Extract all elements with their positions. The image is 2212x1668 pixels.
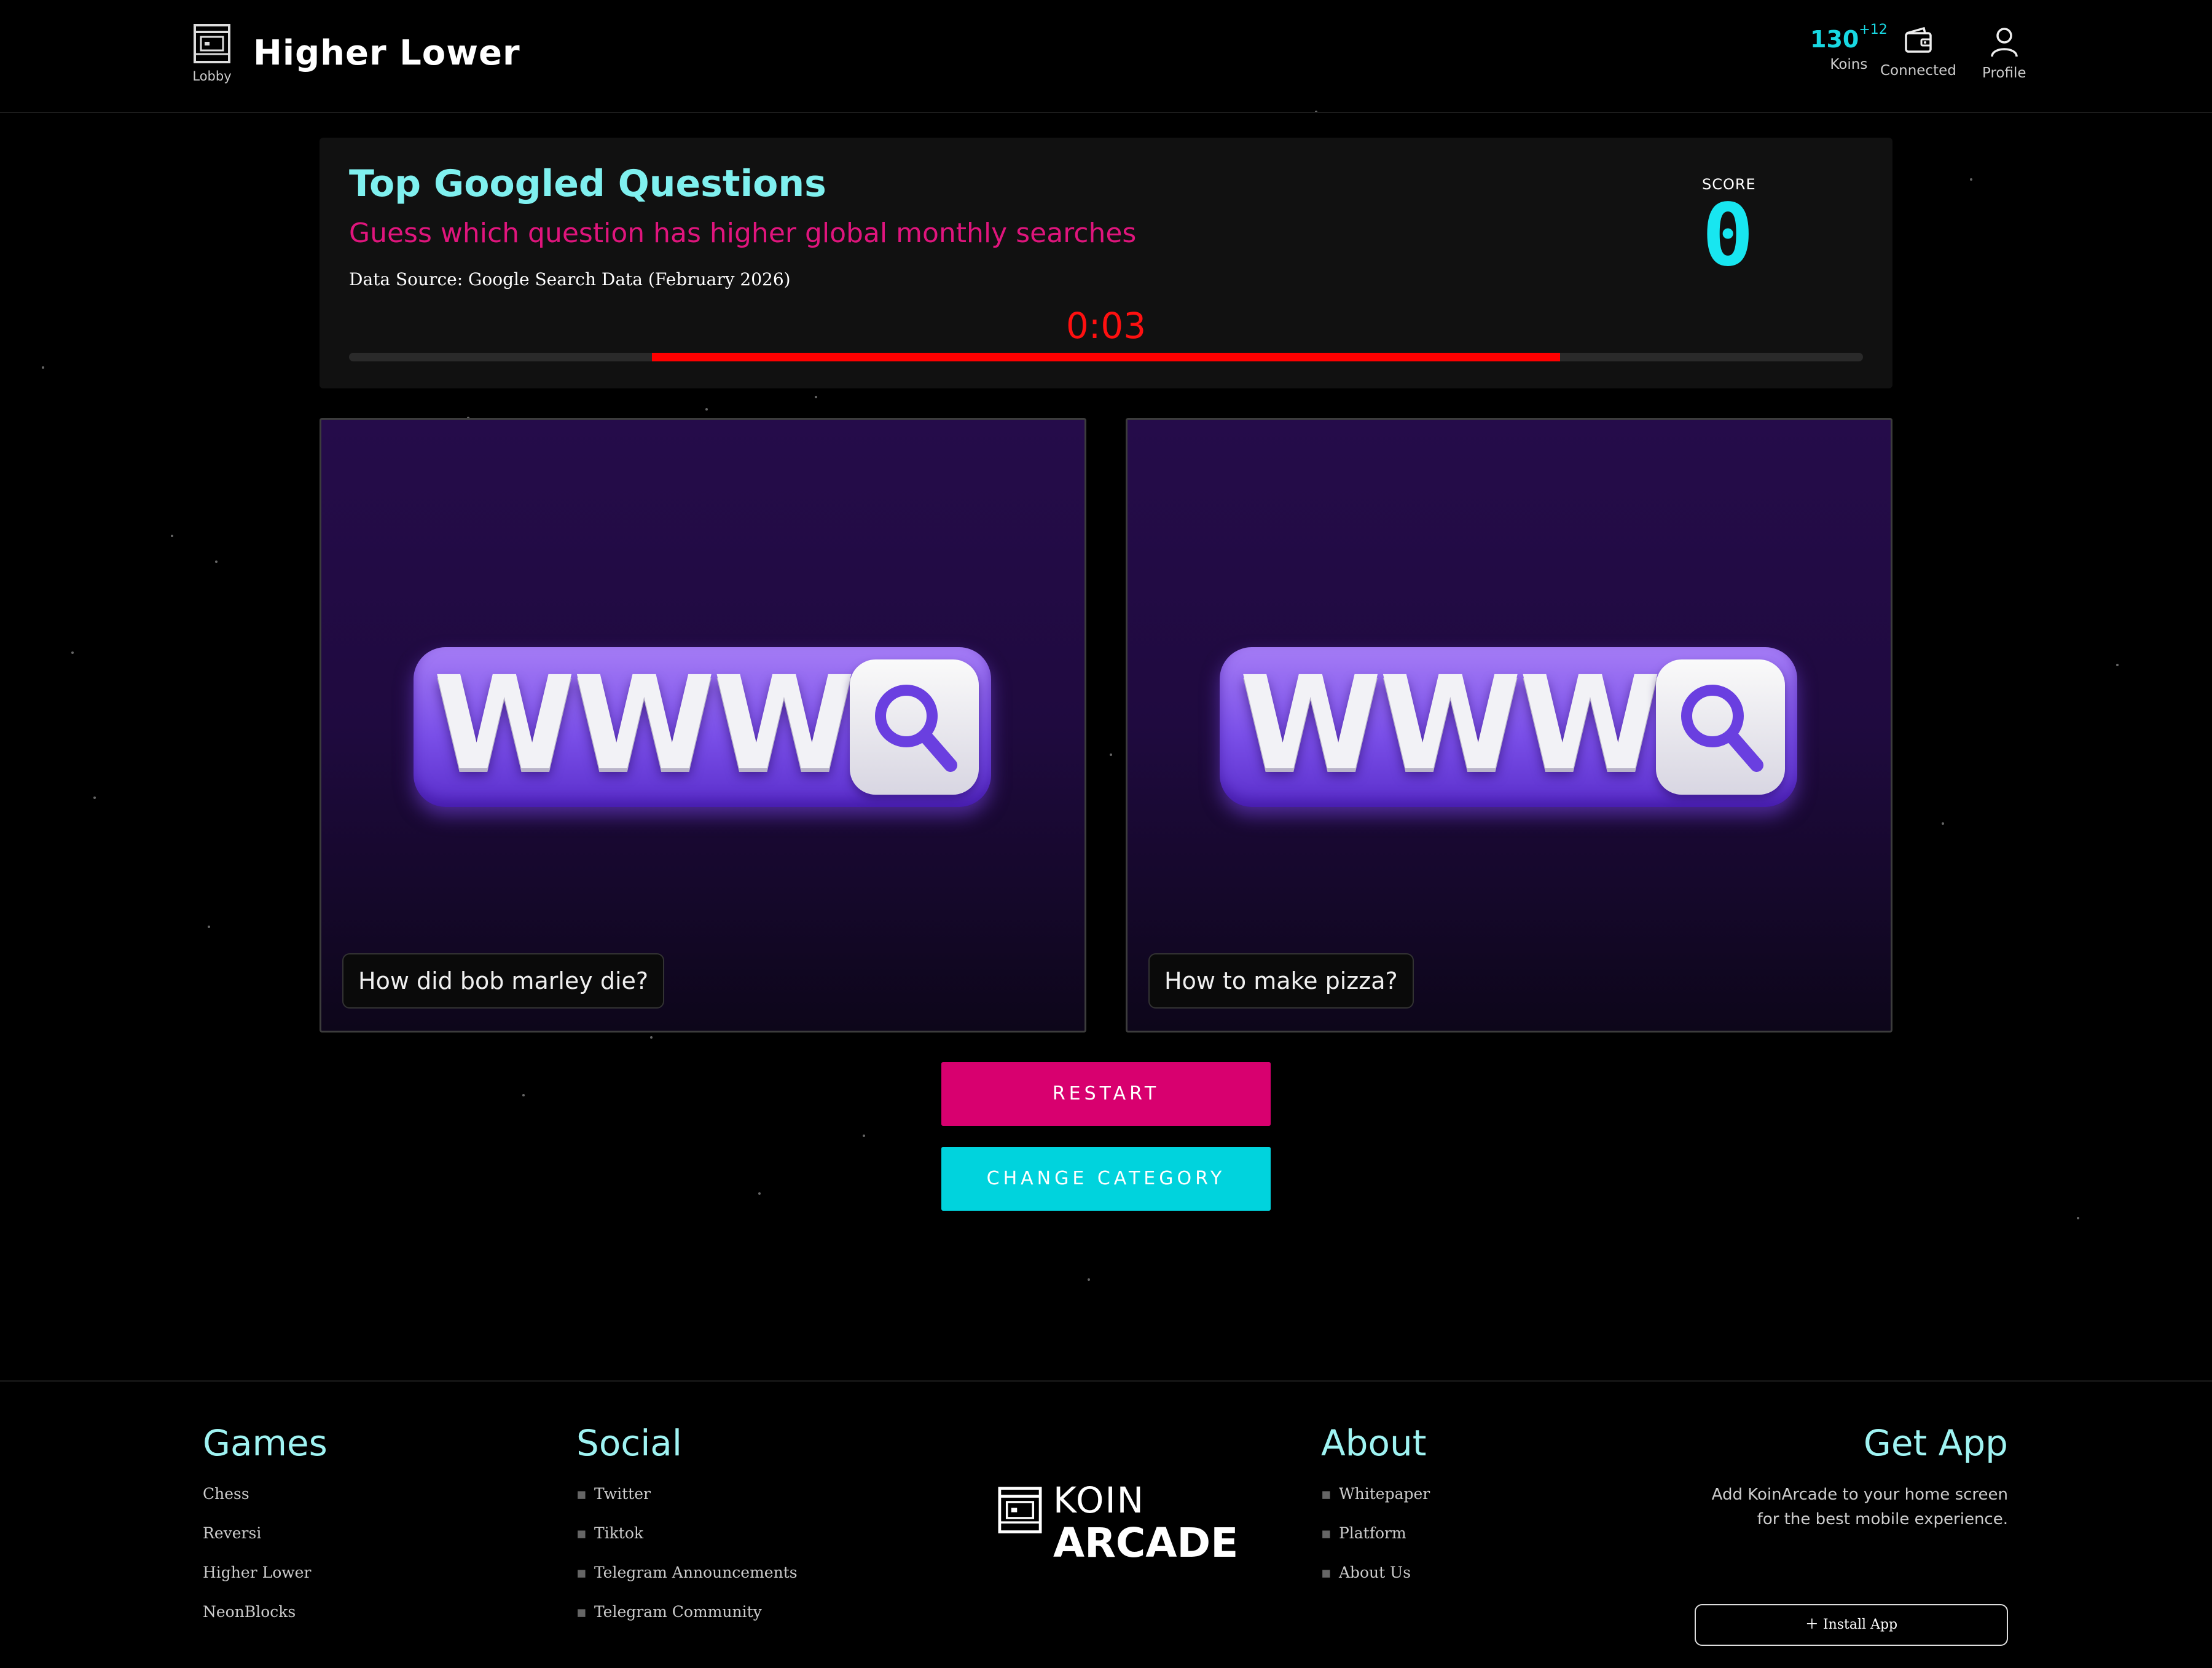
koins-value: 130: [1810, 26, 1859, 53]
timer-progress-track: [349, 353, 1863, 361]
profile-label: Profile: [1982, 65, 2026, 81]
get-app-description-line2: for the best mobile experience.: [1757, 1510, 2008, 1528]
question-text: How to make pizza?: [1148, 953, 1414, 1009]
www-image-text: WWW: [433, 648, 855, 799]
lobby-link[interactable]: Lobby: [190, 23, 233, 84]
koin-arcade-logo[interactable]: KOIN ARCADE: [997, 1482, 1238, 1564]
game-instructions: Guess which question has higher global m…: [349, 218, 1137, 249]
footer-link-platform[interactable]: Platform: [1321, 1524, 1430, 1543]
lobby-label: Lobby: [192, 69, 232, 84]
footer-games: Games Chess Reversi Higher Lower NeonBlo…: [203, 1422, 327, 1642]
question-text: How did bob marley die?: [342, 953, 665, 1009]
logo-text-arcade: ARCADE: [1053, 1519, 1239, 1567]
footer-link-telegram-community[interactable]: Telegram Community: [576, 1603, 798, 1621]
timer-text: 0:03: [1065, 305, 1147, 347]
logo-text-koin: KOIN: [1053, 1479, 1145, 1521]
footer-link-chess[interactable]: Chess: [203, 1485, 327, 1503]
arcade-cabinet-icon: [194, 24, 230, 63]
site-footer: Games Chess Reversi Higher Lower NeonBlo…: [0, 1380, 2212, 1668]
game-info-panel: Top Googled Questions Guess which questi…: [320, 138, 1892, 388]
koins-label: Koins: [1830, 57, 1868, 73]
page-title: Higher Lower: [253, 33, 520, 73]
footer-social-heading: Social: [576, 1422, 682, 1464]
wallet-icon: [1905, 26, 1932, 53]
footer-games-heading: Games: [203, 1422, 327, 1464]
wallet-label: Connected: [1880, 63, 1956, 79]
install-app-button[interactable]: ＋ Install App: [1695, 1604, 2008, 1646]
plus-icon: ＋: [1805, 1617, 1819, 1632]
restart-button[interactable]: RESTART: [941, 1062, 1271, 1126]
user-icon: [1991, 28, 2018, 57]
footer-about: About Whitepaper Platform About Us: [1321, 1422, 1430, 1603]
category-title: Top Googled Questions: [349, 162, 826, 205]
magnifier-icon: [1656, 659, 1785, 795]
question-card-left[interactable]: WWW How did bob marley die?: [320, 418, 1086, 1033]
www-image-text: WWW: [1239, 648, 1661, 799]
question-card-right[interactable]: WWW How to make pizza?: [1126, 418, 1892, 1033]
koins-counter[interactable]: 130+12 Koins: [1810, 22, 1888, 73]
install-app-label: Install App: [1822, 1617, 1898, 1632]
score-value: 0: [1702, 186, 1754, 286]
top-header: Lobby Higher Lower 130+12 Koins Connecte…: [0, 0, 2212, 113]
profile-button[interactable]: Profile: [1982, 26, 2026, 81]
footer-social: Social Twitter Tiktok Telegram Announcem…: [576, 1422, 798, 1642]
footer-link-reversi[interactable]: Reversi: [203, 1524, 327, 1543]
footer-about-heading: About: [1321, 1422, 1427, 1464]
footer-link-about-us[interactable]: About Us: [1321, 1564, 1430, 1582]
footer-link-whitepaper[interactable]: Whitepaper: [1321, 1485, 1430, 1503]
wallet-button[interactable]: Connected: [1880, 26, 1956, 79]
footer-get-app: Get App Add KoinArcade to your home scre…: [1639, 1422, 2008, 1646]
get-app-description-line1: Add KoinArcade to your home screen: [1711, 1485, 2008, 1504]
www-search-image: WWW: [1220, 647, 1797, 807]
magnifier-icon: [850, 659, 979, 795]
footer-link-tiktok[interactable]: Tiktok: [576, 1524, 798, 1543]
footer-link-telegram-announcements[interactable]: Telegram Announcements: [576, 1564, 798, 1582]
footer-get-app-heading: Get App: [1863, 1422, 2008, 1464]
data-source: Data Source: Google Search Data (Februar…: [349, 269, 791, 289]
footer-link-neonblocks[interactable]: NeonBlocks: [203, 1603, 327, 1621]
footer-link-twitter[interactable]: Twitter: [576, 1485, 798, 1503]
timer-progress-fill: [651, 353, 1561, 361]
footer-link-higher-lower[interactable]: Higher Lower: [203, 1564, 327, 1582]
arcade-cabinet-icon: [998, 1487, 1042, 1533]
www-search-image: WWW: [414, 647, 991, 807]
change-category-button[interactable]: CHANGE CATEGORY: [941, 1147, 1271, 1211]
